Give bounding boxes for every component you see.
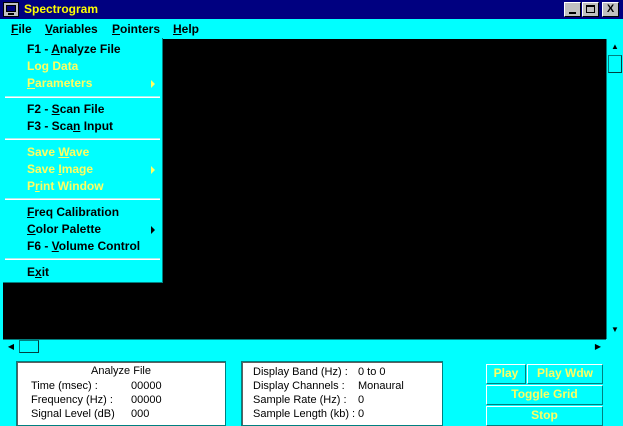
submenu-arrow-icon — [151, 80, 155, 88]
sample-rate-label: Sample Rate (Hz) : — [253, 394, 347, 406]
mi-accel: x — [35, 265, 42, 279]
mi-pre: E — [27, 265, 36, 279]
mi-post: req Calibration — [34, 205, 120, 219]
display-band-label: Display Band (Hz) : — [253, 366, 348, 378]
menu-help-label: elp — [181, 22, 200, 36]
mi-pre: Lo — [27, 59, 42, 73]
mi-accel: W — [58, 145, 70, 159]
signal-level-label: Signal Level (dB) — [31, 408, 115, 420]
menu-item-save-image: Save Image — [27, 162, 93, 176]
vertical-scrollbar[interactable]: ▲ ▼ — [606, 39, 623, 339]
submenu-arrow-icon — [151, 226, 155, 234]
menu-item-log-data: Log Data — [27, 59, 78, 73]
sample-rate-value: 0 — [358, 394, 365, 406]
menu-pointers-label: ointers — [120, 22, 161, 36]
mi-post: Data — [49, 59, 79, 73]
mi-pre: F2 - — [27, 102, 52, 116]
display-channels-value: Monaural — [358, 380, 404, 392]
window-title: Spectrogram — [24, 2, 99, 16]
mi-pre: Save — [27, 145, 59, 159]
menu-bar: File Variables Pointers Help — [0, 19, 623, 39]
stop-button[interactable]: Stop — [486, 406, 603, 426]
submenu-arrow-icon — [151, 166, 155, 174]
mi-accel: C — [27, 222, 36, 236]
menu-separator — [5, 138, 160, 140]
app-icon[interactable] — [3, 2, 19, 17]
time-label: Time (msec) : — [31, 380, 98, 392]
signal-level-value: 000 — [131, 408, 150, 420]
display-channels-label: Display Channels : — [253, 380, 345, 392]
menu-separator — [5, 96, 160, 98]
mi-pre: Save — [27, 162, 59, 176]
mi-accel: P — [27, 76, 36, 90]
menu-variables-label: ariables — [52, 22, 98, 36]
mi-pre: F6 - — [27, 239, 52, 253]
menu-item-analyze-file[interactable]: F1 - Analyze File — [27, 42, 121, 56]
sample-length-label: Sample Length (kb) : — [253, 408, 356, 420]
play-window-button[interactable]: Play Wdw — [527, 364, 603, 384]
menu-item-color-palette[interactable]: Color Palette — [27, 222, 101, 236]
mi-pre: F3 - Sca — [27, 119, 74, 133]
menu-file-label: ile — [18, 22, 32, 36]
menu-item-parameters: Parameters — [27, 76, 92, 90]
menu-item-scan-input[interactable]: F3 - Scan Input — [27, 119, 113, 133]
minimize-button[interactable] — [564, 2, 581, 17]
scroll-right-button[interactable]: ▶ — [591, 340, 605, 354]
menu-separator — [5, 198, 160, 200]
vertical-scroll-thumb[interactable] — [608, 55, 622, 73]
time-value: 00000 — [131, 380, 162, 392]
title-bar[interactable]: Spectrogram X — [0, 0, 623, 19]
scroll-left-button[interactable]: ◀ — [4, 340, 18, 354]
display-info-panel: Display Band (Hz) : 0 to 0 Display Chann… — [241, 361, 443, 426]
menu-separator — [5, 258, 160, 260]
scroll-up-button[interactable]: ▲ — [608, 40, 622, 54]
mi-post: arameters — [35, 76, 93, 90]
menu-variables[interactable]: Variables — [45, 22, 98, 36]
mi-pre: F1 - — [27, 42, 52, 56]
menu-pointers-accel: P — [112, 22, 121, 36]
horizontal-scrollbar[interactable]: ◀ ▶ — [3, 339, 606, 354]
mi-accel: S — [51, 102, 60, 116]
mi-accel: g — [41, 59, 50, 73]
menu-item-volume-control[interactable]: F6 - Volume Control — [27, 239, 140, 253]
play-button[interactable]: Play — [486, 364, 526, 384]
maximize-button[interactable] — [582, 2, 599, 17]
menu-item-save-wave: Save Wave — [27, 145, 89, 159]
mi-post: olume Control — [58, 239, 141, 253]
sample-length-value: 0 — [358, 408, 365, 420]
mi-post: can File — [59, 102, 105, 116]
close-icon: X — [606, 3, 615, 15]
mi-accel: A — [51, 42, 60, 56]
mi-post: Input — [80, 119, 114, 133]
menu-pointers[interactable]: Pointers — [112, 22, 160, 36]
analyze-file-panel: Analyze File Time (msec) : 00000 Frequen… — [16, 361, 226, 426]
frequency-label: Frequency (Hz) : — [31, 394, 113, 406]
menu-item-freq-calibration[interactable]: Freq Calibration — [27, 205, 119, 219]
frequency-value: 00000 — [131, 394, 162, 406]
minimize-icon — [569, 12, 576, 14]
mi-post: olor Palette — [35, 222, 102, 236]
mi-post: nalyze File — [59, 42, 121, 56]
menu-file[interactable]: File — [11, 22, 32, 36]
horizontal-scroll-thumb[interactable] — [19, 340, 39, 353]
menu-item-scan-file[interactable]: F2 - Scan File — [27, 102, 104, 116]
menu-help-accel: H — [173, 22, 182, 36]
mi-post: int Window — [39, 179, 104, 193]
scroll-down-button[interactable]: ▼ — [608, 323, 622, 337]
mi-pre: P — [27, 179, 36, 193]
menu-item-exit[interactable]: Exit — [27, 265, 49, 279]
maximize-icon — [586, 5, 595, 13]
menu-item-print-window: Print Window — [27, 179, 104, 193]
close-button[interactable]: X — [602, 2, 619, 17]
display-band-value: 0 to 0 — [358, 366, 386, 378]
menu-help[interactable]: Help — [173, 22, 199, 36]
mi-accel: V — [51, 239, 59, 253]
file-dropdown-menu: F1 - Analyze File Log Data Parameters F2… — [3, 38, 163, 283]
mi-post: it — [41, 265, 50, 279]
panel-title: Analyze File — [91, 365, 151, 377]
mi-post: ave — [69, 145, 90, 159]
toggle-grid-button[interactable]: Toggle Grid — [486, 385, 603, 405]
mi-post: mage — [61, 162, 94, 176]
